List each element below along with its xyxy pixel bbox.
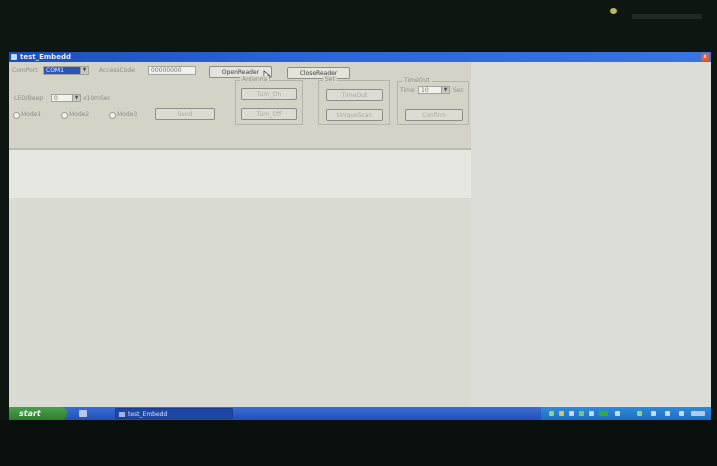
tray-app-icon[interactable]	[615, 411, 620, 416]
ledbeep-label: LED/Beep	[14, 95, 44, 102]
turn-off-button[interactable]: Turn_Off	[241, 108, 297, 120]
comport-select[interactable]: COM1 ▼	[43, 66, 89, 75]
monitor-bezel-bottom	[0, 420, 717, 466]
clock[interactable]	[691, 411, 705, 416]
time-label: Time	[400, 87, 415, 94]
timeout-button-label: TimeOut	[341, 92, 368, 99]
task-item-label: test_Embedd	[128, 411, 168, 418]
mode2-label: Mode2	[69, 111, 90, 118]
mode3-label: Mode3	[117, 111, 138, 118]
send-button[interactable]: Send	[155, 108, 215, 120]
mode3-radio[interactable]	[109, 112, 116, 119]
window-titlebar[interactable]: test_Embedd x	[9, 52, 711, 62]
antenna-group-title: Antenna	[240, 76, 270, 83]
screen: test_Embedd x ComPort COM1 ▼ AccessCode …	[9, 52, 711, 420]
taskbar: start test_Embedd	[9, 407, 711, 420]
timeout-button[interactable]: TimeOut	[326, 89, 383, 101]
ledbeep-unit-label: x10mSec	[83, 95, 111, 102]
confirm-button[interactable]: Confirm	[405, 109, 463, 121]
tray-app-icon[interactable]	[599, 411, 608, 416]
window-client-area	[471, 62, 711, 407]
app-icon	[119, 412, 125, 417]
monitor-led	[610, 8, 617, 14]
tray-app-icon[interactable]	[579, 411, 584, 416]
start-button[interactable]: start	[9, 407, 67, 420]
monitor-bezel-left	[0, 52, 9, 420]
tray-app-icon[interactable]	[665, 411, 670, 416]
set-group: Set TimeOut UniqueScan	[318, 76, 390, 125]
turn-on-label: Turn_On	[256, 91, 282, 98]
access-code-label: AccessCode	[99, 67, 135, 74]
monitor-bezel-top	[0, 0, 717, 52]
antenna-group: Antenna Turn_On Turn_Off	[235, 76, 303, 125]
comport-value: COM1	[46, 67, 64, 74]
app-icon	[11, 54, 17, 60]
open-reader-label: OpenReader	[221, 69, 260, 76]
network-icon[interactable]	[549, 411, 554, 416]
tray-app-icon[interactable]	[589, 411, 594, 416]
send-label: Send	[177, 111, 193, 118]
ledbeep-select[interactable]: 0 ▼	[51, 94, 81, 102]
output-textbox[interactable]	[9, 148, 471, 198]
window-title: test_Embedd	[20, 53, 71, 61]
set-group-title: Set	[323, 76, 337, 83]
comport-label: ComPort	[12, 67, 38, 74]
mode2-radio[interactable]	[61, 112, 68, 119]
quick-launch-icon[interactable]	[79, 410, 87, 417]
mode1-radio[interactable]	[13, 112, 20, 119]
close-button[interactable]: x	[701, 53, 709, 61]
access-code-input[interactable]: 00000000	[148, 66, 196, 75]
chevron-down-icon[interactable]: ▼	[72, 95, 80, 101]
timeout-group: TimeOut Time 10 ▼ Sec Confirm	[397, 77, 469, 125]
mode1-label: Mode1	[21, 111, 42, 118]
taskbar-item-test-embedd[interactable]: test_Embedd	[115, 408, 233, 419]
turn-on-button[interactable]: Turn_On	[241, 88, 297, 100]
access-code-value: 00000000	[151, 67, 182, 74]
monitor-reflection	[632, 14, 702, 19]
confirm-label: Confirm	[422, 112, 446, 119]
chevron-down-icon[interactable]: ▼	[441, 87, 449, 93]
unique-scan-button[interactable]: UniqueScan	[326, 109, 383, 121]
ledbeep-value: 0	[54, 95, 58, 102]
start-label: start	[19, 409, 41, 418]
turn-off-label: Turn_Off	[256, 111, 282, 118]
close-reader-button[interactable]: CloseReader	[287, 67, 350, 79]
time-value: 10	[421, 87, 429, 94]
volume-icon[interactable]	[569, 411, 574, 416]
time-select[interactable]: 10 ▼	[418, 86, 450, 94]
sec-label: Sec	[453, 87, 464, 94]
form-area: ComPort COM1 ▼ AccessCode 00000000 OpenR…	[9, 62, 471, 198]
system-tray	[541, 407, 711, 420]
timeout-group-title: TimeOut	[402, 77, 432, 84]
unique-scan-label: UniqueScan	[336, 112, 373, 119]
tray-app-icon[interactable]	[679, 411, 684, 416]
tray-app-icon[interactable]	[651, 411, 656, 416]
tray-app-icon[interactable]	[637, 411, 642, 416]
chevron-down-icon[interactable]: ▼	[80, 67, 88, 74]
security-icon[interactable]	[559, 411, 564, 416]
monitor-bezel-right	[711, 52, 717, 420]
